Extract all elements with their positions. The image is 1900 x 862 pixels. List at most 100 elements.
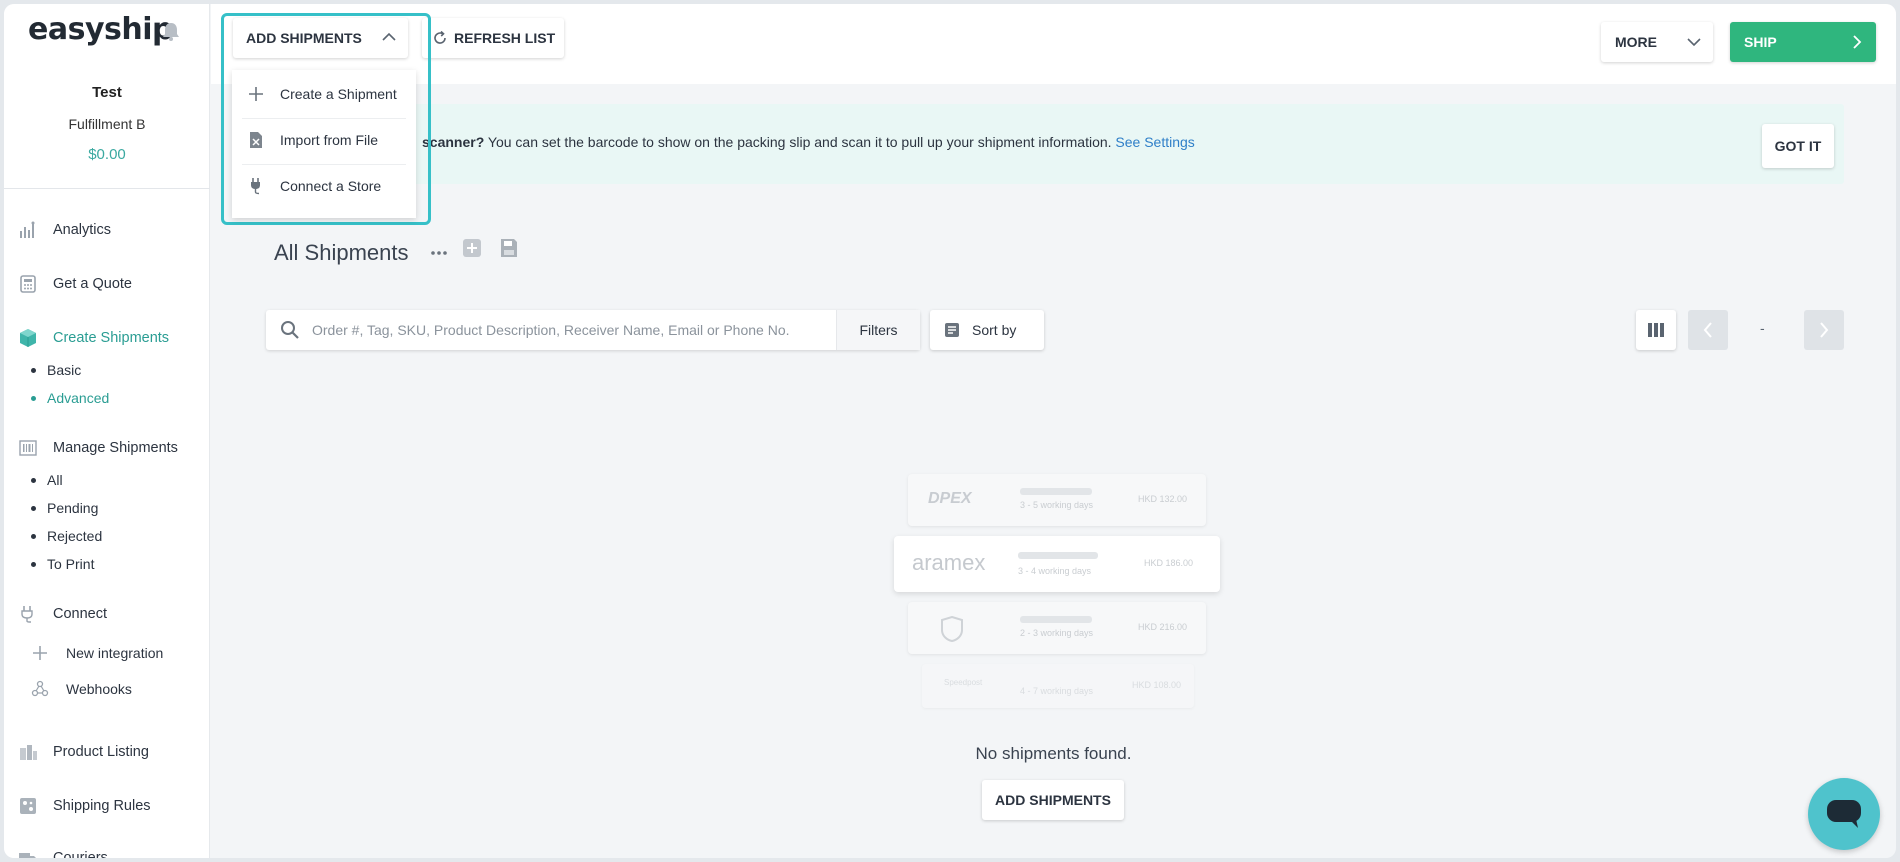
sidebar-item-get-a-quote[interactable]: Get a Quote: [18, 272, 132, 296]
ship-button[interactable]: SHIP: [1730, 22, 1876, 62]
price: HKD 216.00: [1138, 622, 1188, 632]
menu-item-import-from-file[interactable]: Import from File: [232, 118, 416, 162]
account-name: Test: [92, 84, 122, 101]
webhook-icon: [30, 679, 50, 699]
add-view-icon[interactable]: [462, 238, 482, 258]
plug-icon: [18, 604, 38, 624]
bullet: [31, 561, 36, 567]
sidebar-subitem-webhooks[interactable]: Webhooks: [30, 678, 132, 700]
sidebar-item-connect[interactable]: Connect: [18, 602, 107, 626]
sidebar-subitem-to-print[interactable]: To Print: [31, 554, 94, 574]
scanner-tip-banner: scanner? You can set the barcode to show…: [232, 104, 1844, 184]
courier-card: Speedpost 4 - 7 working days HKD 108.00: [922, 664, 1194, 708]
sidebar-item-product-listing[interactable]: Product Listing: [18, 740, 149, 764]
sidebar-subitem-rejected[interactable]: Rejected: [31, 526, 102, 546]
sidebar-subitem-basic[interactable]: Basic: [31, 360, 81, 380]
account-balance: $0.00: [88, 146, 126, 163]
add-shipments-empty-button[interactable]: ADD SHIPMENTS: [982, 780, 1124, 820]
courier-logo: aramex: [912, 550, 986, 575]
sidebar-item-create-shipments[interactable]: Create Shipments: [18, 326, 169, 350]
menu-item-create-shipment[interactable]: Create a Shipment: [232, 72, 416, 116]
sidebar-subitem-label: Pending: [47, 500, 99, 516]
chat-button[interactable]: [1808, 778, 1880, 850]
ups-shield-icon: [941, 616, 963, 642]
placeholder-bar: [1020, 488, 1092, 495]
refresh-list-label: REFRESH LIST: [454, 30, 556, 46]
menu-item-label: Connect a Store: [280, 178, 382, 194]
sidebar-item-label: Create Shipments: [53, 330, 170, 346]
sidebar-subitem-new-integration[interactable]: New integration: [30, 642, 163, 664]
courier-card: DPEX 3 - 5 working days HKD 132.00: [908, 474, 1206, 526]
columns-icon: [1648, 323, 1664, 337]
app-window: easyship Test Fulfillment B $0.00 Analyt…: [4, 4, 1896, 858]
logo[interactable]: easyship: [28, 12, 173, 47]
plus-icon: [30, 643, 50, 663]
menu-item-connect-store[interactable]: Connect a Store: [232, 164, 416, 208]
delivery-days: 3 - 5 working days: [1020, 500, 1094, 510]
previous-page-button[interactable]: [1688, 310, 1728, 350]
sidebar-subitem-label: Webhooks: [66, 681, 132, 697]
calculator-icon: [18, 274, 38, 294]
divider: [4, 188, 210, 189]
next-page-button[interactable]: [1804, 310, 1844, 350]
sidebar-item-label: Product Listing: [53, 744, 149, 760]
chevron-right-icon: [1820, 322, 1829, 338]
banner-message: scanner? You can set the barcode to show…: [422, 134, 1195, 150]
sidebar-item-shipping-rules[interactable]: Shipping Rules: [18, 794, 151, 818]
rules-icon: [18, 796, 38, 816]
excel-file-icon: [246, 130, 266, 150]
courier-card: aramex 3 - 4 working days HKD 186.00: [894, 536, 1220, 592]
chevron-right-icon: [1853, 35, 1862, 49]
delivery-days: 3 - 4 working days: [1018, 566, 1092, 576]
search-bar: Filters: [266, 310, 920, 350]
got-it-label: GOT IT: [1774, 138, 1822, 154]
more-label: MORE: [1615, 34, 1657, 50]
page-title: All Shipments: [274, 240, 409, 265]
company-name: Fulfillment B: [68, 116, 146, 132]
chevron-left-icon: [1703, 322, 1712, 338]
bell-icon[interactable]: [160, 20, 182, 42]
sort-by-label: Sort by: [972, 322, 1017, 338]
sidebar-item-label: Connect: [53, 606, 108, 622]
columns-button[interactable]: [1636, 310, 1676, 350]
courier-card: 2 - 3 working days HKD 216.00: [908, 602, 1206, 654]
ship-label: SHIP: [1744, 34, 1777, 50]
sidebar-item-analytics[interactable]: Analytics: [18, 218, 111, 242]
refresh-icon: [434, 30, 446, 44]
placeholder-bar: [1018, 552, 1098, 559]
sidebar-item-couriers[interactable]: Couriers: [18, 846, 108, 858]
bullet: [31, 395, 36, 401]
add-shipments-label: ADD SHIPMENTS: [995, 792, 1111, 808]
search-input[interactable]: [312, 322, 832, 338]
sidebar-subitem-all[interactable]: All: [31, 470, 63, 490]
sidebar-subitem-pending[interactable]: Pending: [31, 498, 98, 518]
delivery-days: 2 - 3 working days: [1020, 628, 1094, 638]
sidebar-subitem-label: All: [47, 472, 63, 488]
sort-by-button[interactable]: Sort by: [930, 310, 1044, 350]
box-icon: [18, 328, 38, 348]
price: HKD 132.00: [1138, 494, 1188, 504]
more-button[interactable]: MORE: [1601, 22, 1713, 62]
sort-icon: [945, 323, 959, 337]
filters-button[interactable]: Filters: [836, 310, 920, 350]
refresh-list-button[interactable]: REFRESH LIST: [422, 18, 564, 58]
sidebar-subitem-advanced[interactable]: Advanced: [31, 388, 109, 408]
save-view-icon[interactable]: [500, 238, 518, 258]
sidebar-item-manage-shipments[interactable]: Manage Shipments: [18, 436, 178, 460]
sidebar-subitem-label: New integration: [66, 645, 164, 661]
product-icon: [18, 742, 38, 762]
plug-icon: [246, 176, 266, 196]
got-it-button[interactable]: GOT IT: [1762, 124, 1834, 168]
sidebar-item-label: Analytics: [53, 222, 112, 238]
placeholder-bar: [1020, 616, 1092, 623]
bullet: [31, 367, 36, 373]
delivery-days: 4 - 7 working days: [1020, 686, 1094, 696]
analytics-icon: [18, 220, 38, 240]
sidebar-subitem-label: To Print: [47, 556, 95, 572]
chat-icon: [1827, 800, 1861, 828]
price: HKD 108.00: [1132, 680, 1182, 690]
see-settings-link[interactable]: See Settings: [1115, 134, 1194, 150]
bullet: [31, 477, 36, 483]
sidebar-item-label: Get a Quote: [53, 276, 132, 292]
more-dots-icon[interactable]: [430, 250, 448, 256]
